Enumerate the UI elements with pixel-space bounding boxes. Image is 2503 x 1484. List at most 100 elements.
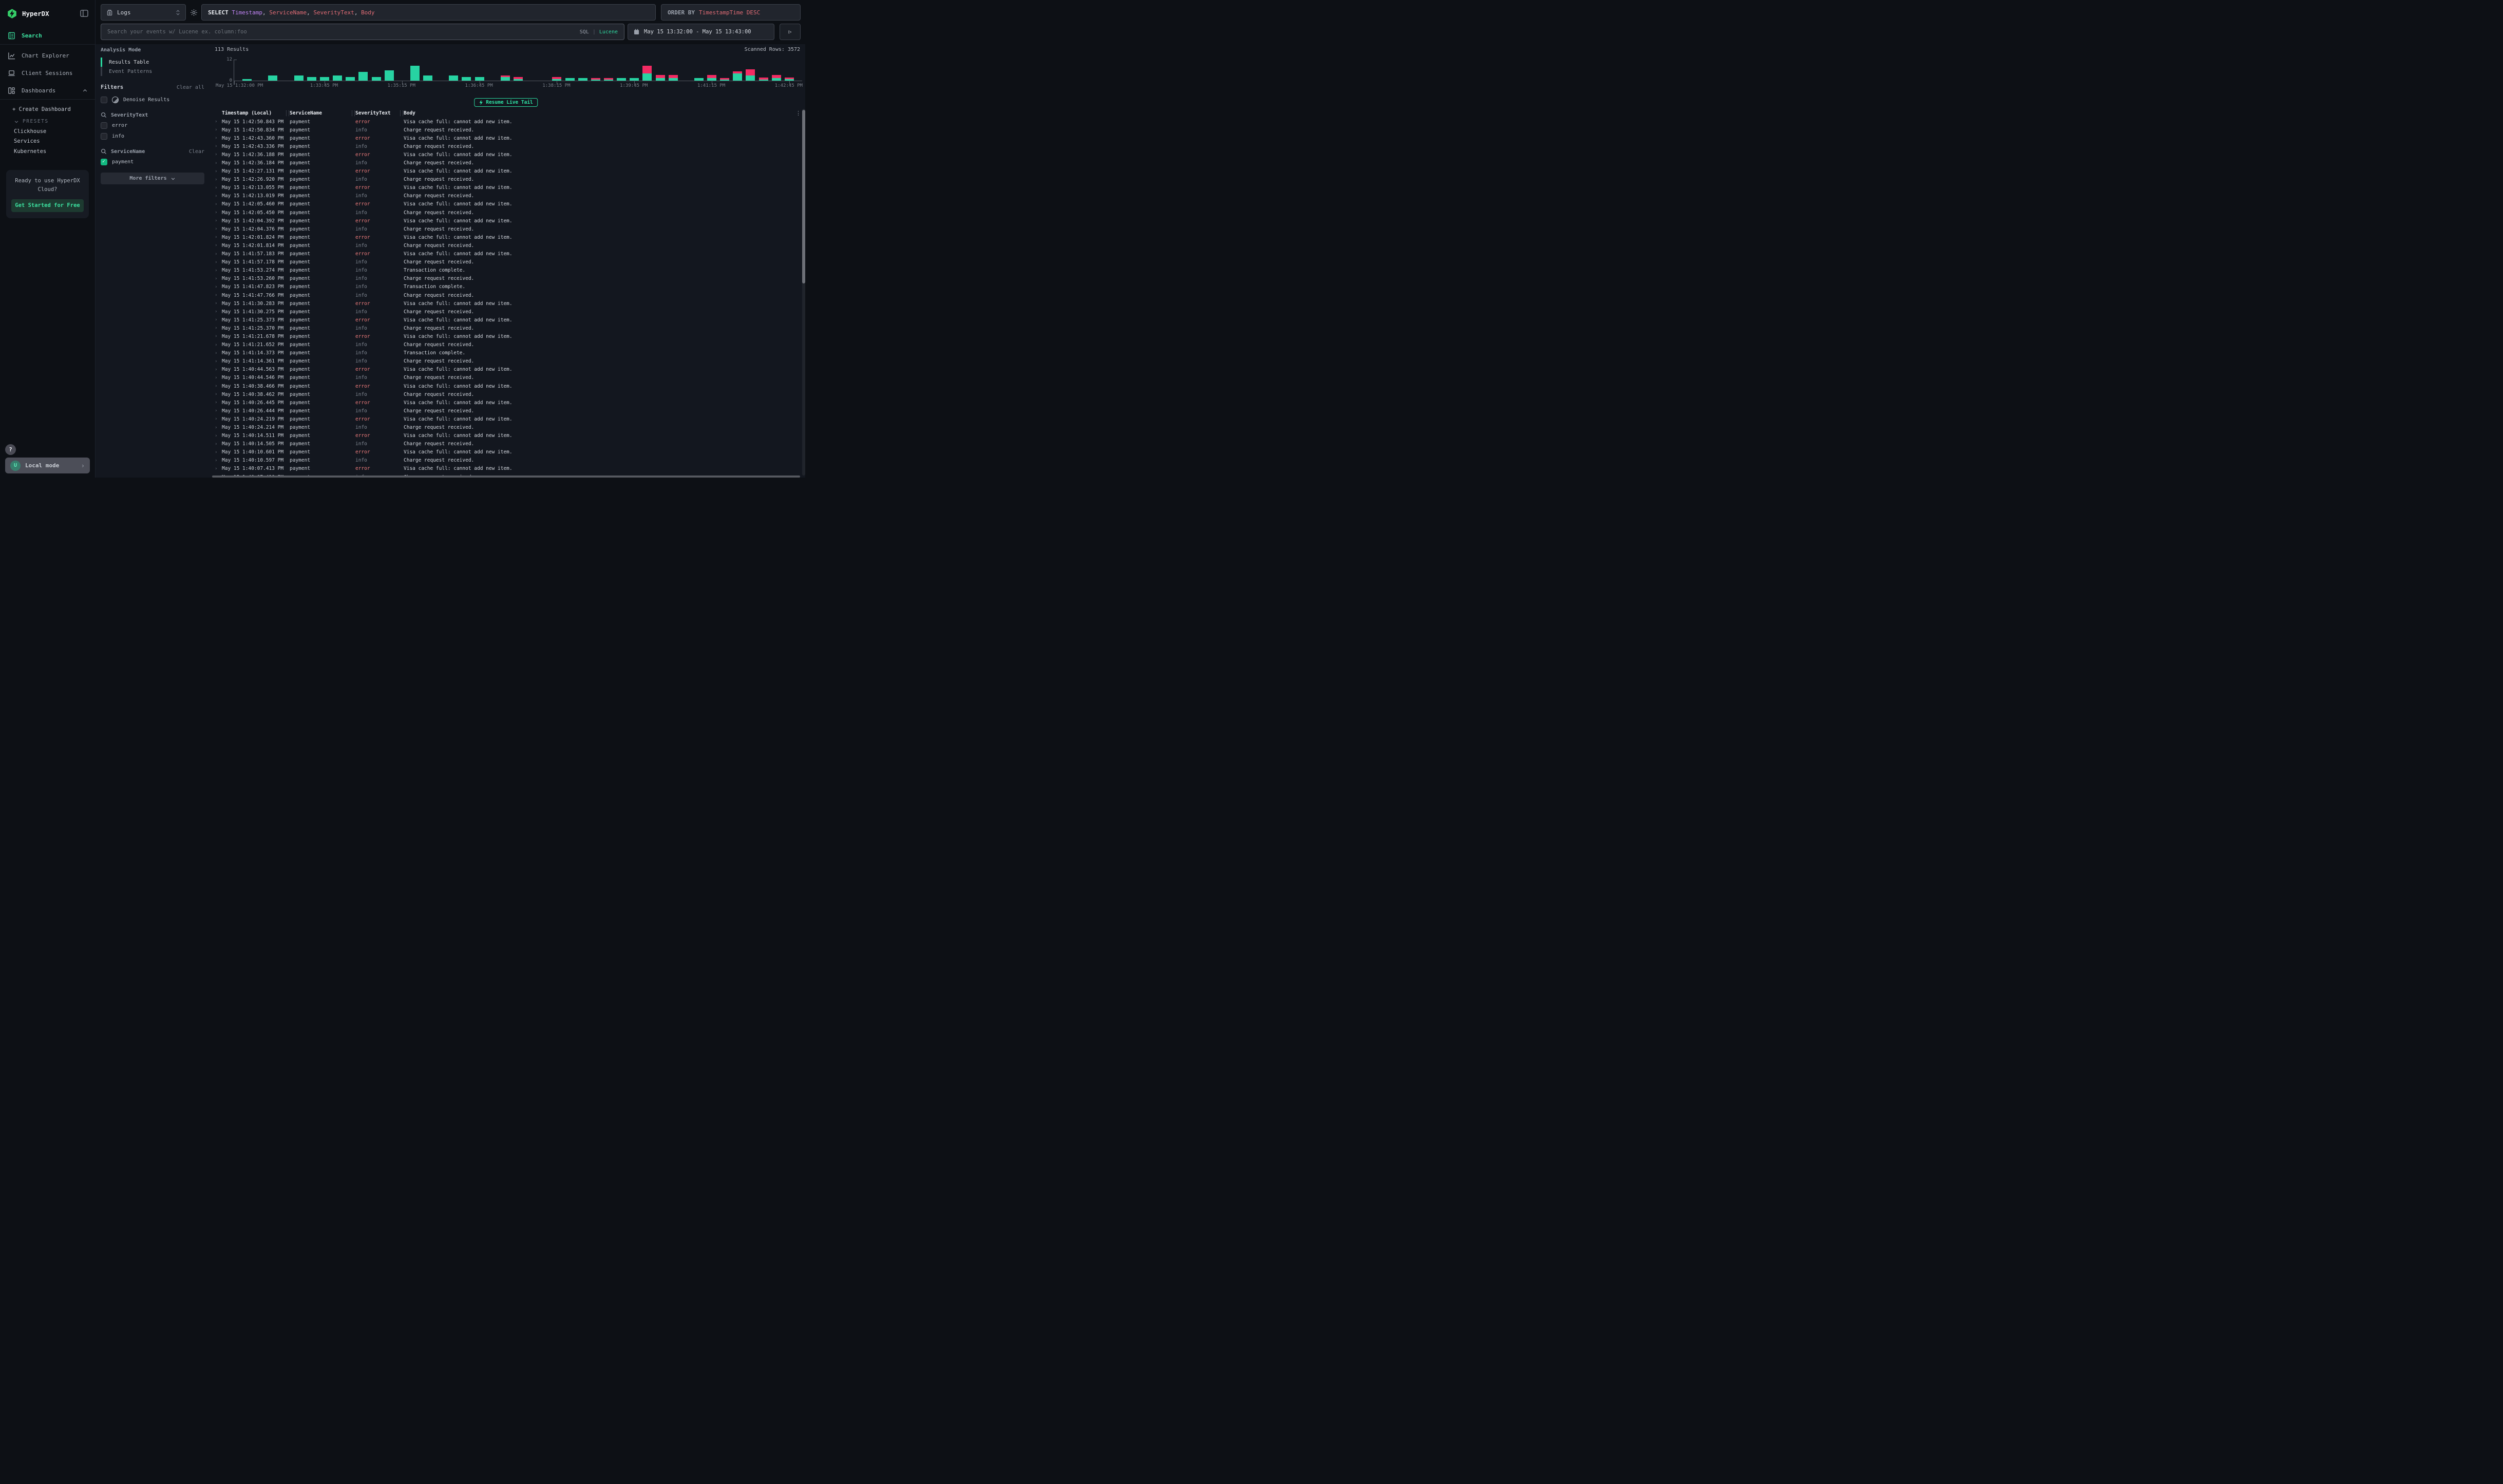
- column-header-servicename[interactable]: ServiceName: [290, 110, 351, 116]
- sidebar-collapse-icon[interactable]: [80, 10, 88, 17]
- cell-body: Visa cache full: cannot add new item.: [404, 185, 802, 191]
- table-row[interactable]: ›May 15 1:40:24.214 PMpaymentinfoCharge …: [212, 423, 802, 431]
- get-started-button[interactable]: Get Started for Free: [11, 199, 84, 212]
- preset-item-clickhouse[interactable]: Clickhouse: [0, 126, 95, 137]
- cell-timestamp: May 15 1:40:14.511 PM: [222, 433, 290, 439]
- table-row[interactable]: ›May 15 1:41:30.275 PMpaymentinfoCharge …: [212, 308, 802, 316]
- table-row[interactable]: ›May 15 1:42:27.131 PMpaymenterrorVisa c…: [212, 167, 802, 176]
- preset-item-kubernetes[interactable]: Kubernetes: [0, 146, 95, 157]
- search-icon[interactable]: [101, 148, 107, 155]
- table-row[interactable]: ›May 15 1:41:25.370 PMpaymentinfoCharge …: [212, 324, 802, 332]
- payment-checkbox[interactable]: [101, 159, 107, 165]
- row-expand-icon: ›: [215, 384, 222, 389]
- cell-severity: error: [355, 466, 404, 471]
- row-expand-icon: ›: [215, 218, 222, 223]
- create-dashboard-button[interactable]: + Create Dashboard: [0, 102, 95, 117]
- table-row[interactable]: ›May 15 1:42:36.188 PMpaymenterrorVisa c…: [212, 150, 802, 159]
- table-row[interactable]: ›May 15 1:40:14.505 PMpaymentinfoCharge …: [212, 440, 802, 448]
- results-count: 113 Results: [215, 47, 249, 52]
- table-row[interactable]: ›May 15 1:42:50.843 PMpaymenterrorVisa c…: [212, 118, 802, 126]
- clear-servicename-button[interactable]: Clear: [189, 149, 204, 155]
- table-row[interactable]: ›May 15 1:41:47.823 PMpaymentinfoTransac…: [212, 283, 802, 291]
- info-checkbox[interactable]: [101, 133, 107, 140]
- table-row[interactable]: ›May 15 1:40:38.466 PMpaymenterrorVisa c…: [212, 382, 802, 390]
- column-resize-handle[interactable]: [285, 110, 290, 116]
- table-row[interactable]: ›May 15 1:40:26.445 PMpaymenterrorVisa c…: [212, 398, 802, 407]
- table-row[interactable]: ›May 15 1:41:53.260 PMpaymentinfoCharge …: [212, 275, 802, 283]
- column-header-timestamp[interactable]: Timestamp (Local): [222, 110, 285, 116]
- run-query-button[interactable]: ▷: [780, 24, 801, 40]
- user-menu[interactable]: U Local mode ›: [5, 458, 90, 473]
- more-filters-button[interactable]: More filters: [101, 173, 204, 184]
- table-row[interactable]: ›May 15 1:40:44.546 PMpaymentinfoCharge …: [212, 374, 802, 382]
- denoise-checkbox[interactable]: [101, 97, 107, 103]
- gear-icon[interactable]: [189, 8, 198, 16]
- table-row[interactable]: ›May 15 1:42:43.360 PMpaymenterrorVisa c…: [212, 134, 802, 142]
- table-row[interactable]: ›May 15 1:41:21.678 PMpaymenterrorVisa c…: [212, 332, 802, 340]
- sidebar-item-client-sessions[interactable]: Client Sessions: [0, 64, 95, 82]
- table-row[interactable]: ›May 15 1:40:24.219 PMpaymenterrorVisa c…: [212, 415, 802, 423]
- table-row[interactable]: ›May 15 1:41:14.361 PMpaymentinfoCharge …: [212, 357, 802, 366]
- table-row[interactable]: ›May 15 1:42:13.019 PMpaymentinfoCharge …: [212, 192, 802, 200]
- filter-option-error[interactable]: error: [101, 122, 204, 129]
- table-row[interactable]: ›May 15 1:41:30.283 PMpaymenterrorVisa c…: [212, 299, 802, 308]
- table-row[interactable]: ›May 15 1:40:44.563 PMpaymenterrorVisa c…: [212, 366, 802, 374]
- table-row[interactable]: ›May 15 1:42:04.392 PMpaymenterrorVisa c…: [212, 217, 802, 225]
- table-row[interactable]: ›May 15 1:42:01.824 PMpaymenterrorVisa c…: [212, 233, 802, 241]
- column-header-severitytext[interactable]: SeverityText: [355, 110, 399, 116]
- search-icon[interactable]: [101, 112, 107, 118]
- filter-option-info[interactable]: info: [101, 133, 204, 140]
- table-row[interactable]: ›May 15 1:42:13.055 PMpaymenterrorVisa c…: [212, 184, 802, 192]
- table-row[interactable]: ›May 15 1:42:36.184 PMpaymentinfoCharge …: [212, 159, 802, 167]
- table-row[interactable]: ›May 15 1:40:38.462 PMpaymentinfoCharge …: [212, 390, 802, 398]
- denoise-results-option[interactable]: Denoise Results: [101, 97, 204, 103]
- table-row[interactable]: ›May 15 1:42:50.834 PMpaymentinfoCharge …: [212, 126, 802, 134]
- order-by-input[interactable]: ORDER BY TimestampTime DESC: [661, 4, 801, 21]
- table-row[interactable]: ›May 15 1:41:21.652 PMpaymentinfoCharge …: [212, 341, 802, 349]
- search-input[interactable]: Search your events w/ Lucene ex. column:…: [101, 24, 624, 40]
- column-resize-handle[interactable]: [351, 110, 355, 116]
- chart-plot[interactable]: 12 0: [234, 60, 802, 81]
- table-options-kebab-icon[interactable]: ⋮: [795, 109, 801, 118]
- clear-all-button[interactable]: Clear all: [177, 85, 204, 90]
- sidebar-item-chart-explorer[interactable]: Chart Explorer: [0, 47, 95, 64]
- horizontal-scrollbar[interactable]: [212, 475, 800, 478]
- table-row[interactable]: ›May 15 1:42:04.376 PMpaymentinfoCharge …: [212, 225, 802, 233]
- vertical-scrollbar[interactable]: [802, 109, 805, 475]
- table-row[interactable]: ›May 15 1:42:05.450 PMpaymentinfoCharge …: [212, 208, 802, 217]
- preset-item-services[interactable]: Services: [0, 137, 95, 147]
- table-row[interactable]: ›May 15 1:40:26.444 PMpaymentinfoCharge …: [212, 407, 802, 415]
- select-query-input[interactable]: SELECT Timestamp, ServiceName, SeverityT…: [201, 4, 656, 21]
- table-row[interactable]: ›May 15 1:42:43.336 PMpaymentinfoCharge …: [212, 142, 802, 150]
- table-row[interactable]: ›May 15 1:40:07.413 PMpaymenterrorVisa c…: [212, 465, 802, 473]
- source-select[interactable]: Logs: [101, 4, 186, 21]
- column-resize-handle[interactable]: [399, 110, 404, 116]
- column-header-body[interactable]: Body: [404, 110, 798, 116]
- table-row[interactable]: ›May 15 1:41:25.373 PMpaymenterrorVisa c…: [212, 316, 802, 324]
- filter-option-payment[interactable]: payment: [101, 159, 204, 165]
- help-button[interactable]: ?: [5, 444, 16, 455]
- table-row[interactable]: ›May 15 1:42:01.814 PMpaymentinfoCharge …: [212, 241, 802, 250]
- table-row[interactable]: ›May 15 1:40:10.601 PMpaymenterrorVisa c…: [212, 448, 802, 456]
- tab-event-patterns[interactable]: Event Patterns: [101, 67, 204, 76]
- time-range-picker[interactable]: May 15 13:32:00 - May 15 13:43:00: [628, 24, 774, 40]
- sidebar-item-dashboards[interactable]: Dashboards: [0, 82, 95, 99]
- tab-results-table[interactable]: Results Table: [101, 58, 204, 67]
- table-row[interactable]: ›May 15 1:41:14.373 PMpaymentinfoTransac…: [212, 349, 802, 357]
- resume-live-tail-button[interactable]: Resume Live Tail: [474, 98, 538, 107]
- table-row[interactable]: ›May 15 1:41:53.274 PMpaymentinfoTransac…: [212, 267, 802, 275]
- presets-toggle[interactable]: PRESETS: [0, 117, 95, 126]
- table-row[interactable]: ›May 15 1:41:57.183 PMpaymenterrorVisa c…: [212, 250, 802, 258]
- table-row[interactable]: ›May 15 1:42:05.460 PMpaymenterrorVisa c…: [212, 200, 802, 208]
- table-row[interactable]: ›May 15 1:40:14.511 PMpaymenterrorVisa c…: [212, 432, 802, 440]
- sidebar-item-search[interactable]: Search: [0, 27, 95, 44]
- histogram-bar: [759, 78, 768, 81]
- vertical-scrollbar-thumb[interactable]: [802, 110, 805, 283]
- language-lucene-button[interactable]: Lucene: [599, 29, 618, 35]
- language-sql-button[interactable]: SQL: [580, 29, 589, 35]
- table-row[interactable]: ›May 15 1:41:57.178 PMpaymentinfoCharge …: [212, 258, 802, 267]
- table-row[interactable]: ›May 15 1:42:26.920 PMpaymentinfoCharge …: [212, 176, 802, 184]
- table-row[interactable]: ›May 15 1:40:10.597 PMpaymentinfoCharge …: [212, 456, 802, 465]
- table-row[interactable]: ›May 15 1:41:47.766 PMpaymentinfoCharge …: [212, 291, 802, 299]
- error-checkbox[interactable]: [101, 122, 107, 129]
